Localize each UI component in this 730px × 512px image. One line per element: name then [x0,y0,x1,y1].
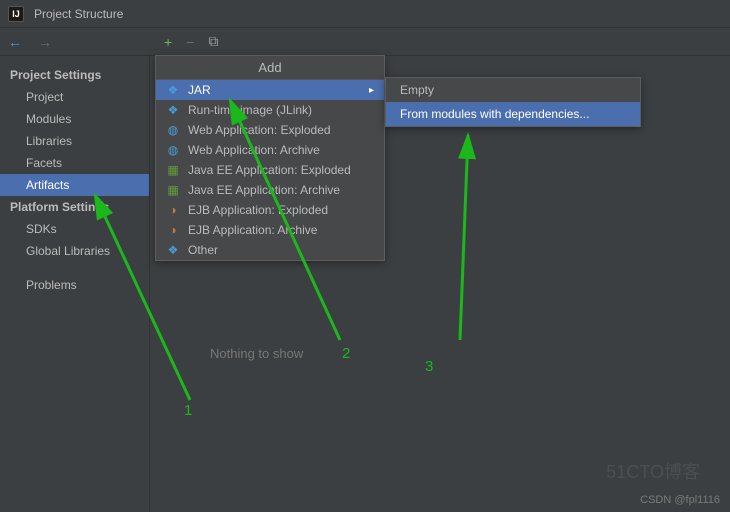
menu-label: Web Application: Archive [188,143,320,157]
bean-icon: ◑ [166,223,180,237]
menu-label: Java EE Application: Exploded [188,163,351,177]
sidebar-heading-project: Project Settings [0,64,149,86]
add-menu-popup: Add ❖ JAR ▸ ❖ Run-time image (JLink) ◍ W… [155,55,385,261]
jar-icon: ❖ [166,83,180,97]
globe-icon: ◍ [166,143,180,157]
empty-label: Nothing to show [210,346,303,361]
remove-button[interactable]: − [186,34,194,50]
menu-label: Other [188,243,218,257]
sidebar-item-project[interactable]: Project [0,86,149,108]
globe-icon: ◍ [166,123,180,137]
add-menu-title: Add [156,56,384,80]
menu-item-javaee-exploded[interactable]: ▦ Java EE Application: Exploded [156,160,384,180]
menu-item-webapp-archive[interactable]: ◍ Web Application: Archive [156,140,384,160]
menu-label: Web Application: Exploded [188,123,331,137]
menu-label: EJB Application: Exploded [188,203,328,217]
sidebar-item-facets[interactable]: Facets [0,152,149,174]
add-button[interactable]: + [164,34,172,50]
sidebar-item-global-libraries[interactable]: Global Libraries [0,240,149,262]
window-title: Project Structure [34,7,123,21]
grid-icon: ▦ [166,163,180,177]
menu-label: Java EE Application: Archive [188,183,340,197]
forward-button[interactable]: → [38,34,52,50]
sidebar-item-libraries[interactable]: Libraries [0,130,149,152]
sidebar-item-modules[interactable]: Modules [0,108,149,130]
sidebar-item-artifacts[interactable]: Artifacts [0,174,149,196]
back-button[interactable]: ← [8,34,22,50]
menu-item-other[interactable]: ❖ Other [156,240,384,260]
jar-submenu-popup: Empty From modules with dependencies... [385,77,641,127]
app-icon: IJ [8,6,24,22]
submenu-arrow-icon: ▸ [369,85,374,96]
menu-item-javaee-archive[interactable]: ▦ Java EE Application: Archive [156,180,384,200]
menu-item-webapp-exploded[interactable]: ◍ Web Application: Exploded [156,120,384,140]
submenu-item-from-modules[interactable]: From modules with dependencies... [386,102,640,126]
sidebar-item-problems[interactable]: Problems [0,274,149,296]
bean-icon: ◑ [166,203,180,217]
menu-label: Run-time image (JLink) [188,103,312,117]
submenu-item-empty[interactable]: Empty [386,78,640,102]
sidebar-heading-platform: Platform Settings [0,196,149,218]
menu-item-jar[interactable]: ❖ JAR ▸ [156,80,384,100]
menu-item-runtime-image[interactable]: ❖ Run-time image (JLink) [156,100,384,120]
copy-button[interactable]: ⧉ [208,33,218,50]
menu-label: JAR [188,83,211,97]
sidebar: Project Settings Project Modules Librari… [0,56,150,512]
jlink-icon: ❖ [166,103,180,117]
menu-label: EJB Application: Archive [188,223,317,237]
grid-icon: ▦ [166,183,180,197]
menu-item-ejb-archive[interactable]: ◑ EJB Application: Archive [156,220,384,240]
sidebar-item-sdks[interactable]: SDKs [0,218,149,240]
other-icon: ❖ [166,243,180,257]
menu-item-ejb-exploded[interactable]: ◑ EJB Application: Exploded [156,200,384,220]
